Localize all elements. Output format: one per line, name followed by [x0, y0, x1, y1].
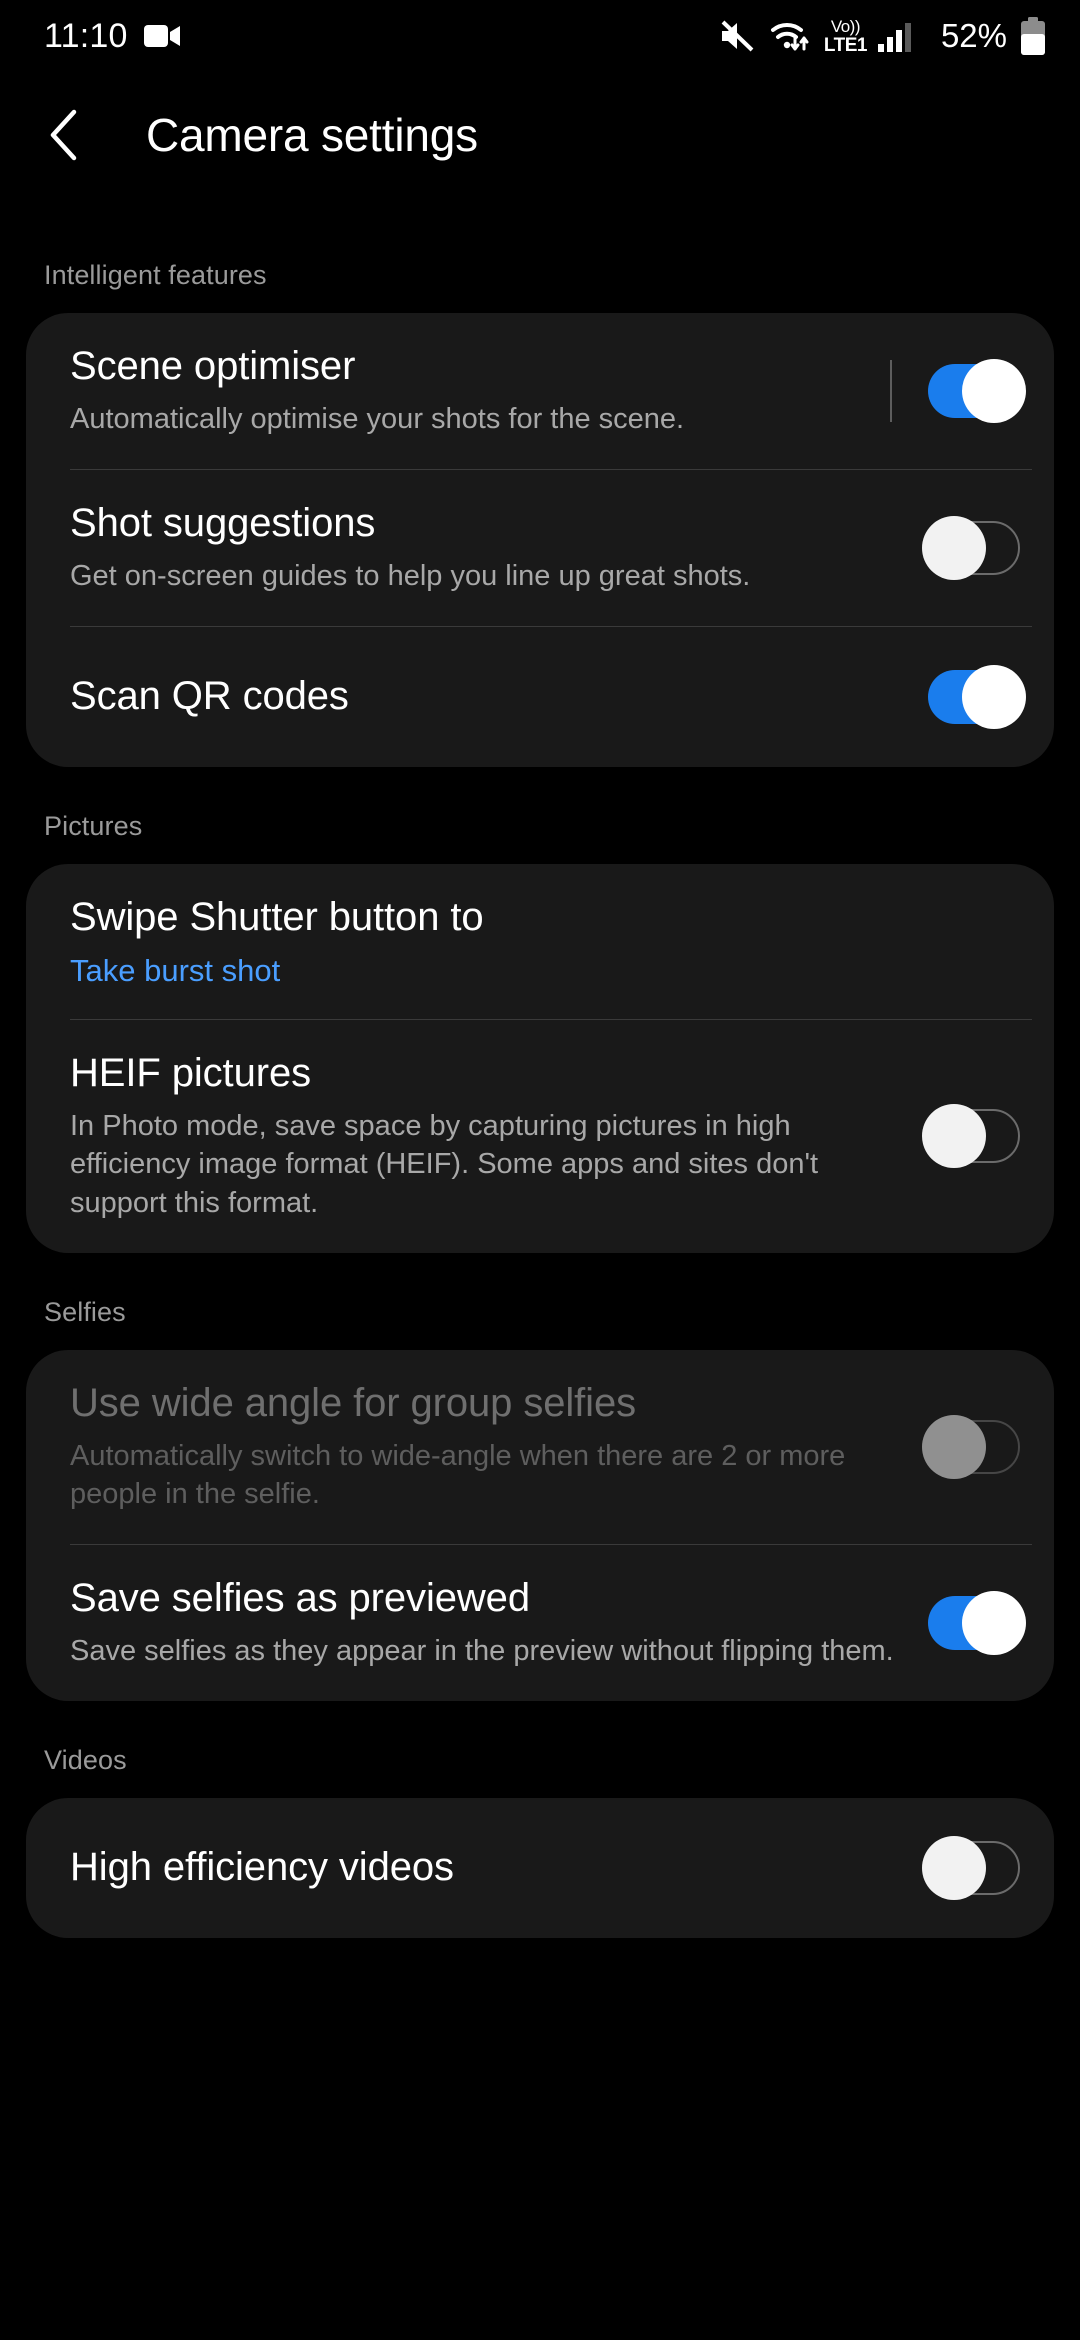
page-title: Camera settings: [146, 108, 478, 162]
app-bar: Camera settings: [0, 72, 1080, 198]
toggle-switch-heif-pictures[interactable]: [928, 1109, 1020, 1163]
section-label-selfies: Selfies: [0, 1253, 1080, 1350]
row-selected-value: Take burst shot: [70, 953, 1020, 989]
row-text: Save selfies as previewed Save selfies as…: [70, 1545, 904, 1701]
row-title: Use wide angle for group selfies: [70, 1380, 904, 1427]
row-title: Save selfies as previewed: [70, 1575, 904, 1622]
toggle-knob: [922, 1836, 986, 1900]
back-button[interactable]: [44, 105, 104, 165]
section-label-intelligent-features: Intelligent features: [0, 198, 1080, 313]
setting-row-heif-pictures[interactable]: HEIF pictures In Photo mode, save space b…: [26, 1020, 1054, 1253]
row-subtitle: Automatically switch to wide-angle when …: [70, 1437, 904, 1514]
volte-top-label: Vo)): [831, 18, 860, 35]
row-text: High efficiency videos: [70, 1814, 904, 1921]
toggle-knob: [922, 516, 986, 580]
toggle-switch-scene-optimiser[interactable]: [928, 364, 1020, 418]
toggle-switch-high-efficiency-videos[interactable]: [928, 1841, 1020, 1895]
setting-row-use-wide-angle-for-group-selfies: Use wide angle for group selfies Automati…: [26, 1350, 1054, 1544]
row-text: Use wide angle for group selfies Automati…: [70, 1350, 904, 1544]
toggle-container: [928, 1109, 1020, 1163]
toggle-knob: [962, 359, 1026, 423]
toggle-knob: [962, 1591, 1026, 1655]
row-subtitle: Automatically optimise your shots for th…: [70, 400, 866, 439]
toggle-container: [928, 521, 1020, 575]
setting-row-swipe-shutter-button-to[interactable]: Swipe Shutter button to Take burst shot: [26, 864, 1054, 1019]
mute-icon: [718, 19, 756, 53]
settings-card-pictures: Swipe Shutter button to Take burst shot HE…: [26, 864, 1054, 1253]
settings-card-selfies: Use wide angle for group selfies Automati…: [26, 1350, 1054, 1701]
row-text: HEIF pictures In Photo mode, save space b…: [70, 1020, 904, 1253]
setting-row-save-selfies-as-previewed[interactable]: Save selfies as previewed Save selfies as…: [26, 1545, 1054, 1701]
toggle-knob: [962, 665, 1026, 729]
row-subtitle: Get on-screen guides to help you line up…: [70, 557, 904, 596]
toggle-container: [890, 360, 1020, 422]
row-title: Scan QR codes: [70, 673, 904, 720]
toggle-switch-use-wide-angle-for-group-selfies: [928, 1420, 1020, 1474]
chevron-left-icon: [44, 107, 88, 163]
row-title: Swipe Shutter button to: [70, 894, 1020, 941]
row-text: Swipe Shutter button to Take burst shot: [70, 864, 1020, 1019]
toggle-container: [928, 670, 1020, 724]
section-label-pictures: Pictures: [0, 767, 1080, 864]
status-bar: 11:10 Vo)) LTE1: [0, 0, 1080, 72]
toggle-separator: [890, 360, 892, 422]
wifi-icon: [769, 19, 811, 53]
setting-row-shot-suggestions[interactable]: Shot suggestions Get on-screen guides to …: [26, 470, 1054, 626]
toggle-knob: [922, 1415, 986, 1479]
row-title: High efficiency videos: [70, 1844, 904, 1891]
row-subtitle: In Photo mode, save space by capturing p…: [70, 1107, 904, 1223]
row-text: Shot suggestions Get on-screen guides to …: [70, 470, 904, 626]
toggle-container: [928, 1596, 1020, 1650]
status-bar-left: 11:10: [44, 17, 182, 56]
battery-percent-label: 52%: [941, 17, 1007, 55]
toggle-container: [928, 1420, 1020, 1474]
settings-card-videos: High efficiency videos: [26, 1798, 1054, 1938]
toggle-switch-scan-qr-codes[interactable]: [928, 670, 1020, 724]
settings-card-intelligent-features: Scene optimiser Automatically optimise yo…: [26, 313, 1054, 767]
settings-list: Intelligent features Scene optimiser Autom…: [0, 198, 1080, 1938]
row-subtitle: Save selfies as they appear in the previ…: [70, 1632, 904, 1671]
row-title: Scene optimiser: [70, 343, 866, 390]
toggle-container: [928, 1841, 1020, 1895]
row-text: Scene optimiser Automatically optimise yo…: [70, 313, 866, 469]
video-camera-icon: [144, 23, 182, 49]
setting-row-scene-optimiser[interactable]: Scene optimiser Automatically optimise yo…: [26, 313, 1054, 469]
section-label-videos: Videos: [0, 1701, 1080, 1798]
setting-row-high-efficiency-videos[interactable]: High efficiency videos: [26, 1798, 1054, 1938]
toggle-switch-save-selfies-as-previewed[interactable]: [928, 1596, 1020, 1650]
volte-icon: Vo)) LTE1: [824, 18, 867, 55]
signal-bars-icon: [877, 20, 921, 52]
toggle-knob: [922, 1104, 986, 1168]
row-text: Scan QR codes: [70, 643, 904, 750]
status-time: 11:10: [44, 17, 128, 56]
battery-icon: [1020, 17, 1046, 55]
row-title: Shot suggestions: [70, 500, 904, 547]
volte-bottom-label: LTE1: [824, 36, 867, 55]
row-title: HEIF pictures: [70, 1050, 904, 1097]
toggle-switch-shot-suggestions[interactable]: [928, 521, 1020, 575]
status-bar-right: Vo)) LTE1 52%: [718, 17, 1046, 55]
setting-row-scan-qr-codes[interactable]: Scan QR codes: [26, 627, 1054, 767]
